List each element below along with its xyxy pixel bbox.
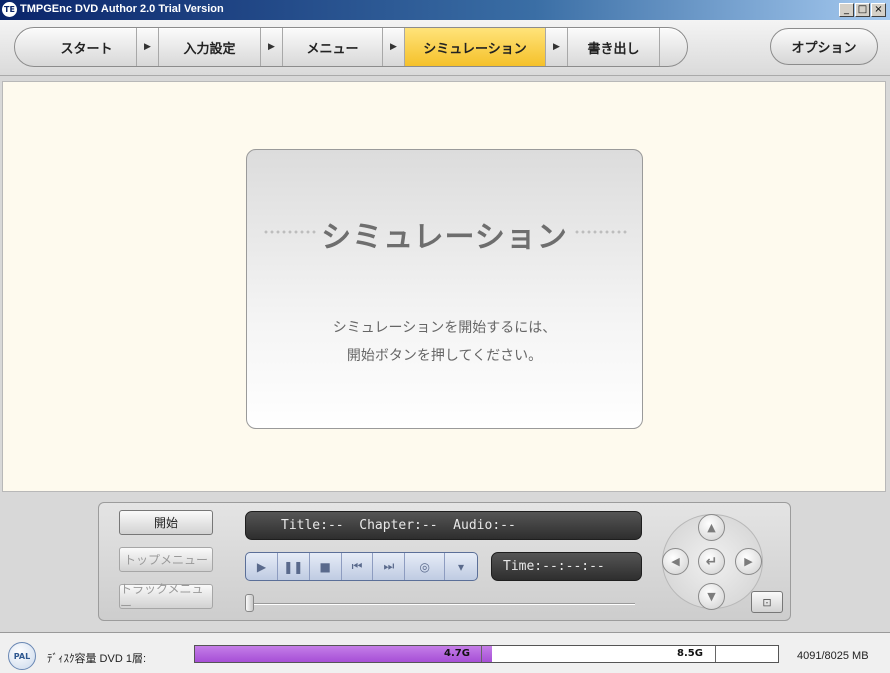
play-icon[interactable]: ▶ <box>246 553 278 580</box>
pause-icon[interactable]: ❚❚ <box>278 553 310 580</box>
nav-left-icon[interactable]: ◀ <box>662 548 689 575</box>
capacity-label-4-7: 4.7G <box>444 648 470 659</box>
step-arrow-icon: ▶ <box>137 28 159 66</box>
zoom-view-icon[interactable]: ⊡ <box>751 591 783 613</box>
step-simulation-label: シミュレーション <box>423 41 527 57</box>
audio-icon[interactable]: ◎ <box>405 553 446 580</box>
next-icon[interactable]: ⏭ <box>373 553 406 580</box>
dropdown-arrow-icon[interactable]: ▾ <box>445 553 477 580</box>
step-navigation: スタート ▶ 入力設定 ▶ メニュー ▶ シミュレーション ▶ 書き出し <box>14 27 688 67</box>
stepbar-right-cap <box>660 28 687 66</box>
simulation-title: シミュレーション <box>321 220 568 255</box>
simulation-card: シミュレーション シミュレーションを開始するには、 開始ボタンを押してください。 <box>246 149 643 429</box>
seek-slider-thumb[interactable] <box>245 594 254 612</box>
time-display: Time:--:--:-- <box>491 552 642 581</box>
step-input-settings-label: 入力設定 <box>183 41 236 57</box>
start-button[interactable]: 開始 <box>119 510 213 535</box>
step-arrow-icon: ▶ <box>383 28 405 66</box>
app-icon: TE <box>2 2 17 17</box>
nav-down-icon[interactable]: ▼ <box>698 583 725 610</box>
maximize-button[interactable]: □ <box>855 3 870 17</box>
title-bar: TE TMPGEnc DVD Author 2.0 Trial Version … <box>0 0 890 20</box>
close-button[interactable]: × <box>871 3 886 17</box>
nav-right-icon[interactable]: ▶ <box>735 548 762 575</box>
nav-enter-icon[interactable]: ↵ <box>698 548 725 575</box>
instruction-line-1: シミュレーションを開始するには、 <box>332 320 557 336</box>
step-menu-label: メニュー <box>306 41 359 57</box>
step-input-settings[interactable]: 入力設定 <box>159 28 261 66</box>
step-arrow-icon: ▶ <box>261 28 283 66</box>
options-button[interactable]: オプション <box>770 28 878 65</box>
transport-controls: ▶ ❚❚ ■ ⏮ ⏭ ◎ ▾ <box>245 552 478 581</box>
toolbar: スタート ▶ 入力設定 ▶ メニュー ▶ シミュレーション ▶ 書き出し オプシ… <box>0 20 890 76</box>
stop-icon[interactable]: ■ <box>310 553 342 580</box>
seek-track[interactable] <box>245 603 635 605</box>
step-output[interactable]: 書き出し <box>568 28 660 66</box>
step-arrow-icon: ▶ <box>546 28 568 66</box>
step-output-label: 書き出し <box>587 41 640 57</box>
simulation-preview-area: シミュレーション シミュレーションを開始するには、 開始ボタンを押してください。 <box>2 81 886 492</box>
player-panel: 開始 トップメニュー トラックメニュー Title:-- Chapter:-- … <box>98 502 791 621</box>
disc-capacity-bar: 4.7G 8.5G <box>194 645 779 663</box>
status-bar: PAL ﾃﾞｨｽｸ容量 DVD 1層: 4.7G 8.5G 4091/8025 … <box>0 632 890 673</box>
top-menu-button[interactable]: トップメニュー <box>119 547 213 572</box>
previous-icon[interactable]: ⏮ <box>342 553 374 580</box>
window-title: TMPGEnc DVD Author 2.0 Trial Version <box>20 3 224 15</box>
right-dots-decoration <box>574 230 628 234</box>
playback-info-display: Title:-- Chapter:-- Audio:-- <box>245 511 642 540</box>
disc-capacity-label: ﾃﾞｨｽｸ容量 DVD 1層: <box>47 653 147 665</box>
step-start-label: スタート <box>60 41 113 57</box>
minimize-button[interactable]: _ <box>839 3 854 17</box>
nav-up-icon[interactable]: ▲ <box>698 514 725 541</box>
size-readout: 4091/8025 MB <box>797 650 869 662</box>
step-start[interactable]: スタート <box>37 28 137 66</box>
dvd-navigation-pad: ▲ ◀ ↵ ▶ ▼ <box>662 514 763 610</box>
capacity-marker-8-5 <box>715 646 716 662</box>
track-menu-button[interactable]: トラックメニュー <box>119 582 213 613</box>
capacity-label-8-5: 8.5G <box>677 648 703 659</box>
instruction-line-2: 開始ボタンを押してください。 <box>346 348 543 364</box>
pal-badge: PAL <box>8 642 36 670</box>
stepbar-left-cap <box>15 28 37 66</box>
capacity-marker-4-7 <box>481 646 482 662</box>
step-menu[interactable]: メニュー <box>283 28 383 66</box>
step-simulation[interactable]: シミュレーション <box>405 28 546 66</box>
